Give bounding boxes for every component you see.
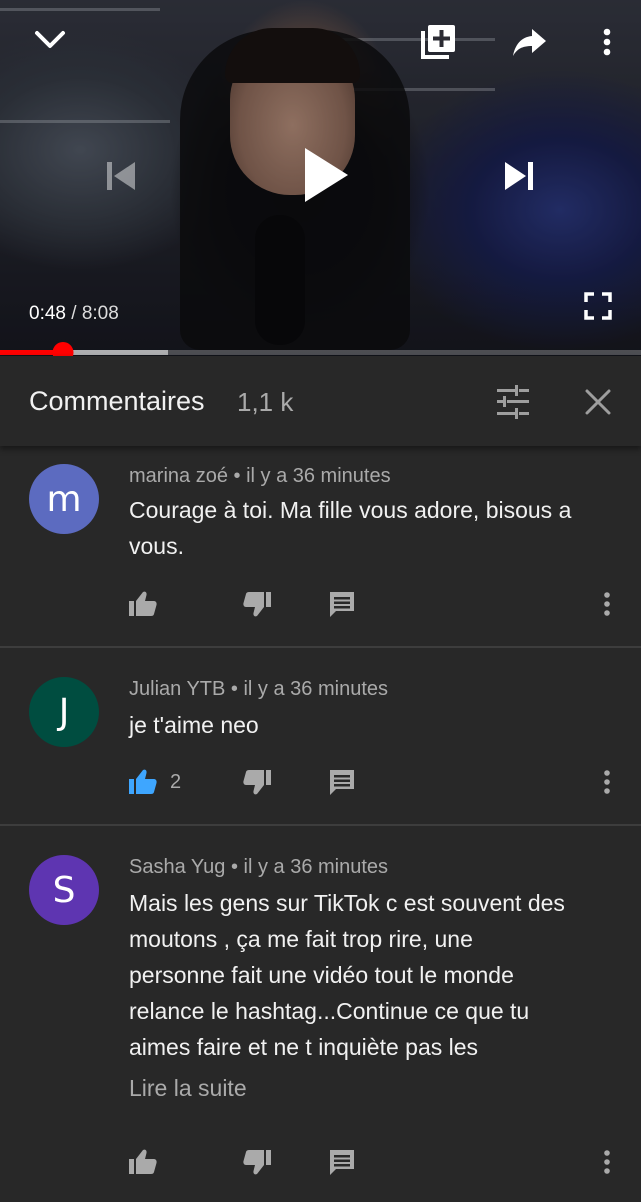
like-count: 2 [170,770,182,793]
play-icon[interactable] [298,142,354,208]
comments-count: 1,1 k [237,387,294,417]
comment-meta: Sasha Yug • il y a 36 minutes [129,856,388,879]
reply-button[interactable] [328,1142,356,1182]
more-vert-icon [604,592,610,616]
thumb-up-icon [129,769,157,794]
like-button[interactable] [128,1142,170,1182]
comment-text: je t'aime neo [129,712,259,738]
avatar[interactable]: J [29,677,99,747]
comment-more-button[interactable] [603,762,611,802]
comment-author[interactable]: Sasha Yug [129,856,225,878]
comment-actions: 2 [0,762,641,802]
comment-time[interactable]: il y a 36 minutes [246,465,391,487]
comment-meta: marina zoé • il y a 36 minutes [129,465,391,488]
meta-dot: • [230,678,244,700]
thumb-up-icon [129,1149,157,1174]
like-button[interactable]: 2 [128,762,181,802]
reply-button[interactable] [328,584,356,624]
avatar-letter: J [58,691,70,733]
avatar[interactable]: m [29,464,99,534]
comment-time[interactable]: il y a 36 minutes [243,678,388,700]
read-more-link[interactable]: Lire la suite [129,1075,247,1102]
comment-more-button[interactable] [603,584,611,624]
comment-actions [0,584,641,624]
like-button[interactable] [128,584,170,624]
progress-scrubber[interactable] [52,342,74,356]
comment-time[interactable]: il y a 36 minutes [244,856,389,878]
reply-button[interactable] [328,762,356,802]
reply-comment-icon [330,1150,354,1175]
chevron-down-icon[interactable] [28,20,72,60]
comment-author[interactable]: Julian YTB [129,678,225,700]
skip-previous-icon[interactable] [100,155,142,197]
comment-item: m marina zoé • il y a 36 minutes Courage… [0,446,641,648]
more-vert-icon[interactable] [592,22,622,62]
tune-icon[interactable] [491,380,535,424]
thumb-down-icon [243,1150,271,1175]
dislike-button[interactable] [242,1142,272,1182]
more-vert-icon [604,770,610,794]
video-duration: 8:08 [81,303,119,324]
thumb-up-icon [129,591,157,616]
reply-comment-icon [330,592,354,617]
meta-dot: • [233,465,247,487]
avatar-letter: m [46,478,82,520]
meta-dot: • [230,856,244,878]
progress-bar[interactable] [0,342,641,356]
comment-item: J Julian YTB • il y a 36 minutes je t'ai… [0,648,641,826]
comment-list: m marina zoé • il y a 36 minutes Courage… [0,446,641,1202]
thumb-down-icon [243,592,271,617]
skip-next-icon[interactable] [498,155,540,197]
comment-text: Courage à toi. Ma fille vous adore, biso… [129,497,572,559]
thumb-down-icon [243,770,271,795]
video-player[interactable]: 0:48 / 8:08 [0,0,641,356]
avatar[interactable]: S [29,855,99,925]
playlist-add-icon[interactable] [416,20,460,64]
more-vert-icon [604,1150,610,1174]
close-icon[interactable] [576,380,620,424]
reply-comment-icon [330,770,354,795]
comment-more-button[interactable] [603,1142,611,1182]
comment-author[interactable]: marina zoé [129,465,228,487]
time-separator: / [71,303,77,324]
comment-actions [0,1142,641,1182]
comment-item: S Sasha Yug • il y a 36 minutes Mais les… [0,826,641,1202]
avatar-letter: S [52,869,76,911]
playback-time: 0:48 / 8:08 [29,303,119,325]
comments-title: Commentaires [29,386,205,416]
share-icon[interactable] [508,22,552,62]
current-time: 0:48 [29,303,66,324]
dislike-button[interactable] [242,584,272,624]
fullscreen-icon[interactable] [580,288,616,324]
comment-meta: Julian YTB • il y a 36 minutes [129,678,388,701]
comments-header: Commentaires 1,1 k [0,356,641,446]
comment-text: Mais les gens sur TikTok c est souvent d… [129,890,565,1060]
dislike-button[interactable] [242,762,272,802]
